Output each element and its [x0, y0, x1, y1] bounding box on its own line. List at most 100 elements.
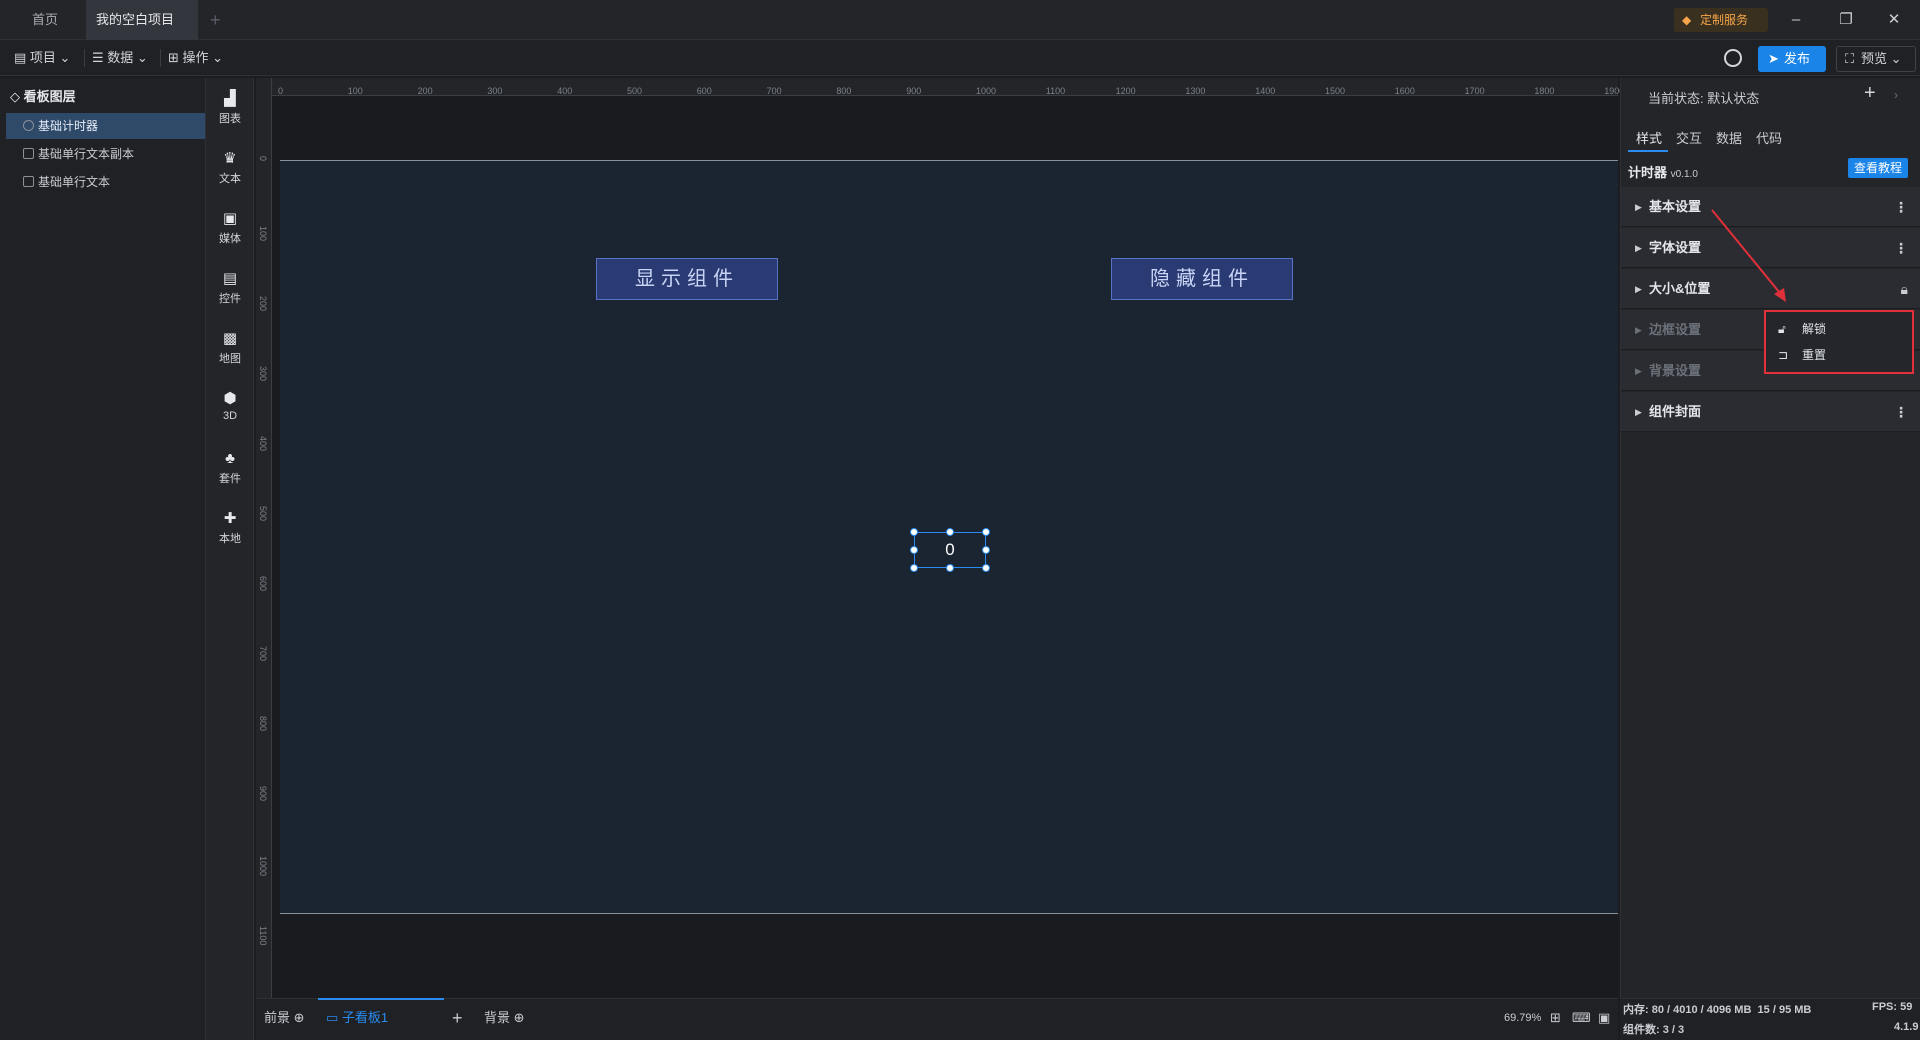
resize-handle[interactable] [910, 528, 918, 536]
tab-subboard[interactable]: ▭ 子看板1 [326, 1008, 388, 1028]
tab-interaction-label: 交互 [1676, 131, 1703, 146]
timer-component[interactable]: 0 [914, 532, 986, 568]
tutorial-button[interactable]: 查看教程 [1848, 158, 1908, 178]
layers-panel [0, 78, 206, 1040]
comp-text[interactable]: ♛ 文本 [206, 142, 254, 198]
map-icon: ▩ [222, 330, 238, 347]
layer-item-text-copy[interactable]: 基础单行文本副本 [6, 141, 205, 167]
comp-label: 3D [222, 410, 238, 422]
zoom-value: 69.79% [1504, 1012, 1542, 1024]
ruler-tick-label: 300 [487, 86, 503, 96]
menu-data[interactable]: ☰ 数据 ⌄ [92, 48, 148, 68]
memory-label: 内存: [1623, 1004, 1649, 1016]
ruler-tick-label: 200 [417, 86, 433, 96]
add-circle-icon[interactable]: ⊕ [294, 1010, 305, 1025]
resize-handle[interactable] [982, 528, 990, 536]
preview-button[interactable]: ⛶ 预览 ⌄ [1836, 46, 1916, 72]
divider [84, 49, 85, 67]
section-cover[interactable]: ▶ 组件封面 ⋮ [1621, 392, 1920, 432]
section-label: 组件封面 [1649, 404, 1702, 419]
ruler-tick-label: 600 [696, 86, 712, 96]
tab-interaction[interactable]: 交互 [1676, 128, 1702, 147]
resize-handle[interactable] [910, 564, 918, 572]
timer-icon [23, 120, 34, 131]
component-title: 计时器 v0.1.0 [1628, 162, 1698, 181]
publish-button[interactable]: ➤ 发布 [1758, 46, 1826, 72]
chevron-right-icon[interactable]: › [1894, 88, 1898, 102]
fps-label: FPS: [1872, 1001, 1898, 1013]
layer-item-timer[interactable]: 基础计时器 [6, 113, 205, 139]
keyboard-icon[interactable]: ⌨ [1572, 1008, 1591, 1028]
ruler-tick-label: 1400 [1255, 86, 1276, 96]
hide-component-button[interactable]: 隐藏组件 [1111, 258, 1293, 300]
comp-label: 媒体 [219, 233, 241, 245]
active-tab-underline [318, 998, 444, 1000]
show-component-button[interactable]: 显示组件 [596, 258, 778, 300]
memory-status: 内存: 80 / 4010 / 4096 MB 15 / 95 MB [1623, 1001, 1811, 1017]
divider [160, 49, 161, 67]
menu-item-unlock[interactable]: 🔓︎ 解锁 [1778, 316, 1826, 342]
tab-data[interactable]: 数据 [1716, 128, 1742, 147]
comp-media[interactable]: ▣ 媒体 [206, 202, 254, 258]
resize-handle[interactable] [946, 564, 954, 572]
tab-code-label: 代码 [1756, 131, 1783, 146]
comp-chart[interactable]: ▟ 图表 [206, 82, 254, 138]
comp-control[interactable]: ▤ 控件 [206, 262, 254, 318]
menu-item-label: 解锁 [1802, 322, 1827, 336]
add-circle-icon[interactable]: ⊕ [514, 1010, 525, 1025]
restore-icon[interactable]: ❐ [1834, 8, 1858, 32]
comp-suite[interactable]: ♣ 套件 [206, 442, 254, 498]
component-name: 计时器 [1628, 165, 1668, 180]
publish-label: 发布 [1784, 51, 1811, 66]
close-icon[interactable]: ✕ [1882, 8, 1906, 32]
resize-handle[interactable] [946, 528, 954, 536]
tab-style-label: 样式 [1636, 131, 1663, 146]
ruler-tick-label: 1000 [976, 86, 997, 96]
state-label: 当前状态: [1648, 91, 1704, 106]
custom-service-label: 定制服务 [1700, 13, 1749, 27]
search-icon[interactable] [1724, 49, 1742, 67]
fit-screen-icon[interactable]: ⊞ [1550, 1008, 1561, 1028]
layer-item-text[interactable]: 基础单行文本 [6, 169, 205, 195]
custom-service-button[interactable]: ◆ 定制服务 [1674, 8, 1768, 32]
section-label: 字体设置 [1649, 240, 1702, 255]
add-tab-icon[interactable]: + [210, 10, 221, 31]
tab-code[interactable]: 代码 [1756, 128, 1782, 147]
more-icon[interactable]: ⋮ [1894, 187, 1908, 227]
tab-foreground[interactable]: 前景 ⊕ [264, 1008, 305, 1028]
tab-project[interactable]: 我的空白项目 [86, 0, 198, 65]
caret-right-icon: ▶ [1635, 366, 1642, 376]
add-board-icon[interactable]: + [452, 1008, 463, 1028]
ruler-tick-label: 100 [258, 226, 268, 242]
ruler-tick-label: 500 [258, 506, 268, 522]
cube-icon: ⬢ [223, 390, 237, 407]
shirt-icon: ♣ [225, 450, 235, 467]
menu-item-reset[interactable]: ⊐ 重置 [1778, 342, 1826, 368]
preview-label: 预览 [1861, 51, 1888, 66]
ruler-tick-label: 1700 [1464, 86, 1485, 96]
fullscreen-icon: ⛶ [1845, 51, 1855, 66]
tab-background[interactable]: 背景 ⊕ [484, 1008, 525, 1028]
caret-right-icon: ▶ [1635, 284, 1642, 294]
tab-style[interactable]: 样式 [1636, 128, 1662, 147]
menu-project[interactable]: ▤ 项目 ⌄ [14, 48, 70, 68]
resize-handle[interactable] [982, 564, 990, 572]
layers-title-label: 看板图层 [23, 89, 76, 104]
more-icon[interactable]: ⋮ [1894, 228, 1908, 268]
terminal-icon[interactable]: ▣ [1598, 1008, 1610, 1028]
resize-handle[interactable] [910, 546, 918, 554]
comp-local[interactable]: ✚ 本地 [206, 502, 254, 558]
resize-handle[interactable] [982, 546, 990, 554]
memory-value: 80 / 4010 / 4096 MB [1651, 1004, 1752, 1016]
more-icon[interactable]: ⋮ [1894, 392, 1908, 432]
minimize-icon[interactable]: – [1784, 8, 1808, 32]
add-state-icon[interactable]: + [1864, 82, 1876, 105]
control-icon: ▤ [222, 270, 238, 287]
comp-3d[interactable]: ⬢ 3D [206, 382, 254, 438]
comp-label: 文本 [219, 173, 241, 185]
tab-home[interactable]: 首页 [22, 0, 84, 40]
comp-map[interactable]: ▩ 地图 [206, 322, 254, 378]
menu-operation[interactable]: ⊞ 操作 ⌄ [168, 48, 223, 68]
lock-icon[interactable]: 🔒︎ [1901, 269, 1908, 309]
zoom-level: 69.79% [1504, 1008, 1541, 1028]
